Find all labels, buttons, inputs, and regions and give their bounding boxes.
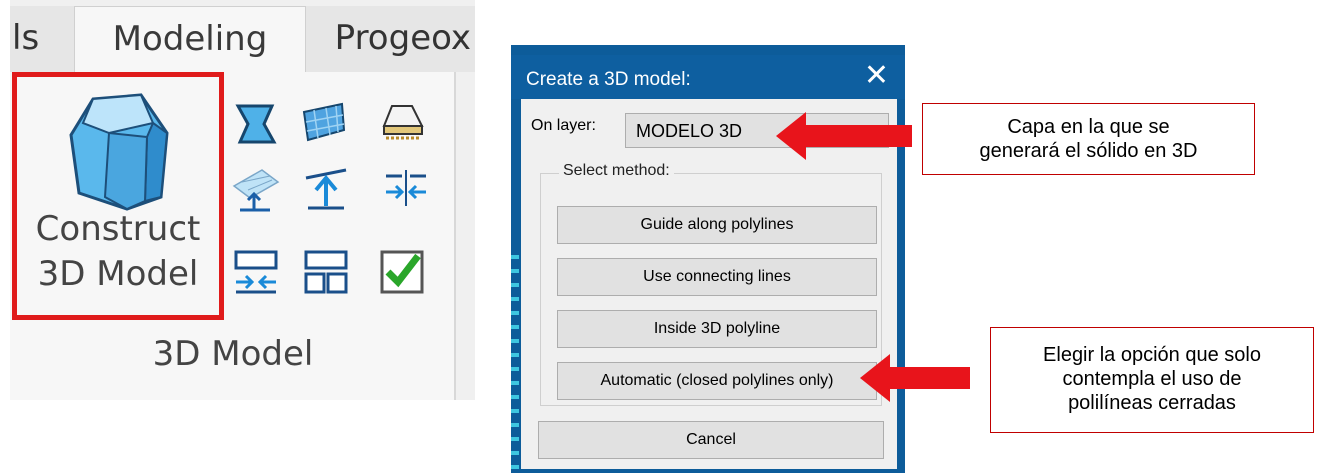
merge-blocks-icon[interactable] xyxy=(302,248,350,296)
panel-title: 3D Model xyxy=(152,334,314,374)
tab-tools-partial[interactable]: ls xyxy=(10,6,74,72)
callout-layer-line2: generará el sólido en 3D xyxy=(979,140,1198,162)
construct-3d-model-label: Construct 3D Model xyxy=(17,207,219,297)
surface-s-icon[interactable] xyxy=(232,100,280,148)
guide-along-polylines-button[interactable]: Guide along polylines xyxy=(557,206,877,244)
construct-label-line2: 3D Model xyxy=(37,254,199,294)
callout-option-note: Elegir la opción que solo contempla el u… xyxy=(990,327,1314,433)
use-connecting-lines-button[interactable]: Use connecting lines xyxy=(557,258,877,296)
join-arrows-icon[interactable] xyxy=(382,166,430,214)
dialog-title-bar[interactable]: Create a 3D model: ✕ xyxy=(511,55,905,99)
on-layer-label: On layer: xyxy=(531,117,596,134)
mesh-flag-icon[interactable] xyxy=(300,98,348,146)
close-icon[interactable]: ✕ xyxy=(864,61,889,91)
tab-modeling[interactable]: Modeling xyxy=(74,6,306,72)
arrow-left-icon xyxy=(776,112,912,160)
dialog-title: Create a 3D model: xyxy=(526,69,691,90)
select-method-group: Select method: Guide along polylines Use… xyxy=(540,162,882,406)
solid-slab-icon[interactable] xyxy=(378,98,426,146)
automatic-closed-polylines-button[interactable]: Automatic (closed polylines only) xyxy=(557,362,877,400)
cancel-button[interactable]: Cancel xyxy=(538,421,884,459)
callout-layer-note: Capa en la que se generará el sólido en … xyxy=(922,103,1255,175)
construct-3d-model-button[interactable]: Construct 3D Model xyxy=(12,72,224,320)
ribbon-tab-bar: ls Modeling Progeox xyxy=(10,0,475,72)
callout-option-line1: Elegir la opción que solo xyxy=(1043,344,1261,366)
extend-up-icon[interactable] xyxy=(302,166,350,214)
create-3d-model-dialog: Create a 3D model: ✕ On layer: MODELO 3D… xyxy=(511,45,905,473)
callout-layer-line1: Capa en la que se xyxy=(1007,116,1170,138)
inside-3d-polyline-button[interactable]: Inside 3D polyline xyxy=(557,310,877,348)
callout-option-line2: contempla el uso de xyxy=(1062,368,1242,390)
select-method-label: Select method: xyxy=(559,162,674,180)
solid-prism-icon xyxy=(69,93,169,211)
tab-progeox[interactable]: Progeox xyxy=(306,6,475,72)
background-drawing-strip xyxy=(511,245,519,473)
ribbon: ls Modeling Progeox Construct 3D Model 3… xyxy=(10,0,475,400)
arrow-left-icon xyxy=(860,354,970,402)
ribbon-panel-3d-model: Construct 3D Model 3D Model xyxy=(10,72,456,400)
check-solid-icon[interactable] xyxy=(378,248,426,296)
layer-value: MODELO 3D xyxy=(636,121,743,141)
callout-option-line3: polilíneas cerradas xyxy=(1068,392,1236,414)
project-mesh-icon[interactable] xyxy=(232,166,280,214)
construct-label-line1: Construct xyxy=(35,209,201,249)
split-down-icon[interactable] xyxy=(232,248,280,296)
